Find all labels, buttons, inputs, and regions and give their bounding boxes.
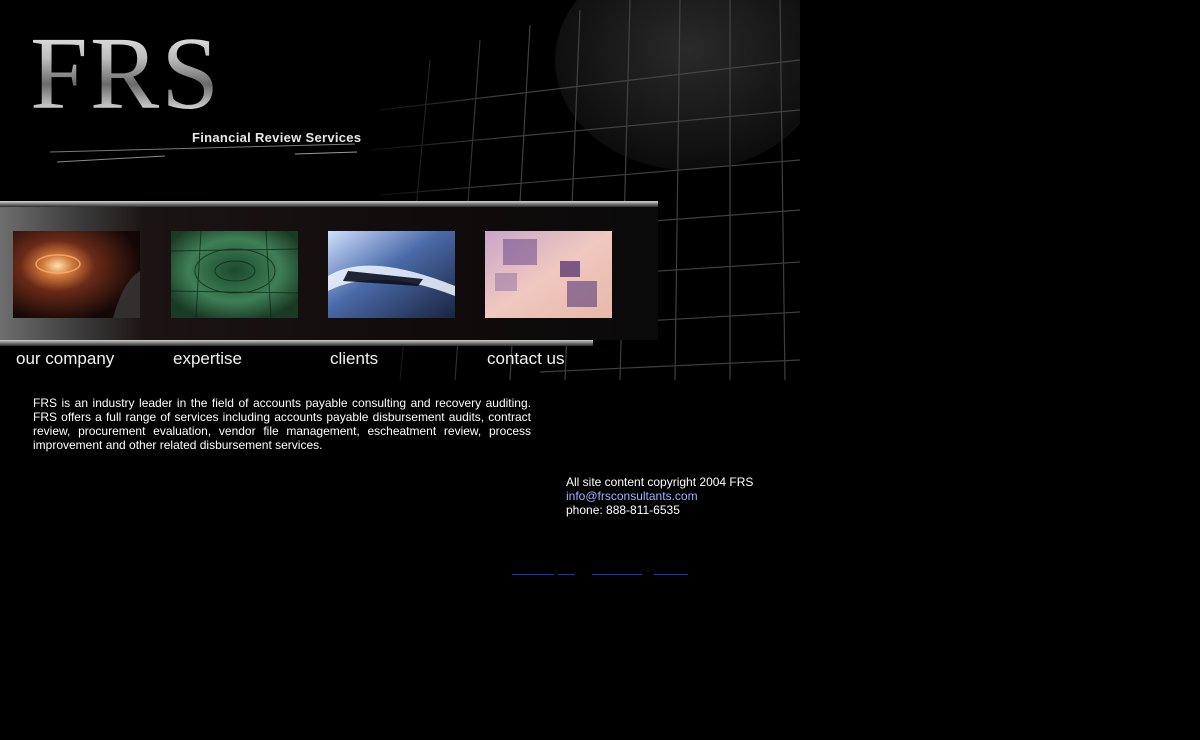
our-company-image-link[interactable] <box>13 231 140 318</box>
light-tunnel-image <box>13 231 140 318</box>
nav-band-top-rule <box>0 201 658 207</box>
hidden-link-4[interactable] <box>654 566 688 575</box>
nav-our-company[interactable]: our company <box>16 349 114 369</box>
nav-contact-us[interactable]: contact us <box>487 349 565 369</box>
expertise-image-link[interactable] <box>171 231 298 318</box>
blue-motion-streak-image <box>328 231 455 318</box>
site-logo: FRS <box>30 16 222 131</box>
green-globe-grid-image <box>171 231 298 318</box>
email-link[interactable]: info@frsconsultants.com <box>566 489 698 503</box>
hidden-link-3[interactable] <box>592 566 642 575</box>
intro-paragraph: FRS is an industry leader in the field o… <box>33 396 531 452</box>
contact-us-image-link[interactable] <box>485 231 612 318</box>
nav-clients[interactable]: clients <box>330 349 378 369</box>
phone-text: phone: 888-811-6535 <box>566 503 680 517</box>
logo-swoosh-lines <box>49 143 358 163</box>
hidden-link-2[interactable] <box>558 566 575 575</box>
hidden-link-1[interactable] <box>512 566 554 575</box>
nav-band-bottom-rule <box>0 340 593 346</box>
clients-image-link[interactable] <box>328 231 455 318</box>
nav-expertise[interactable]: expertise <box>173 349 242 369</box>
page: FRS Financial Review Services our compan… <box>0 0 1200 740</box>
footer: All site content copyright 2004 FRS info… <box>566 475 753 517</box>
copyright-text: All site content copyright 2004 FRS <box>566 475 754 489</box>
purple-squares-image <box>485 231 612 318</box>
